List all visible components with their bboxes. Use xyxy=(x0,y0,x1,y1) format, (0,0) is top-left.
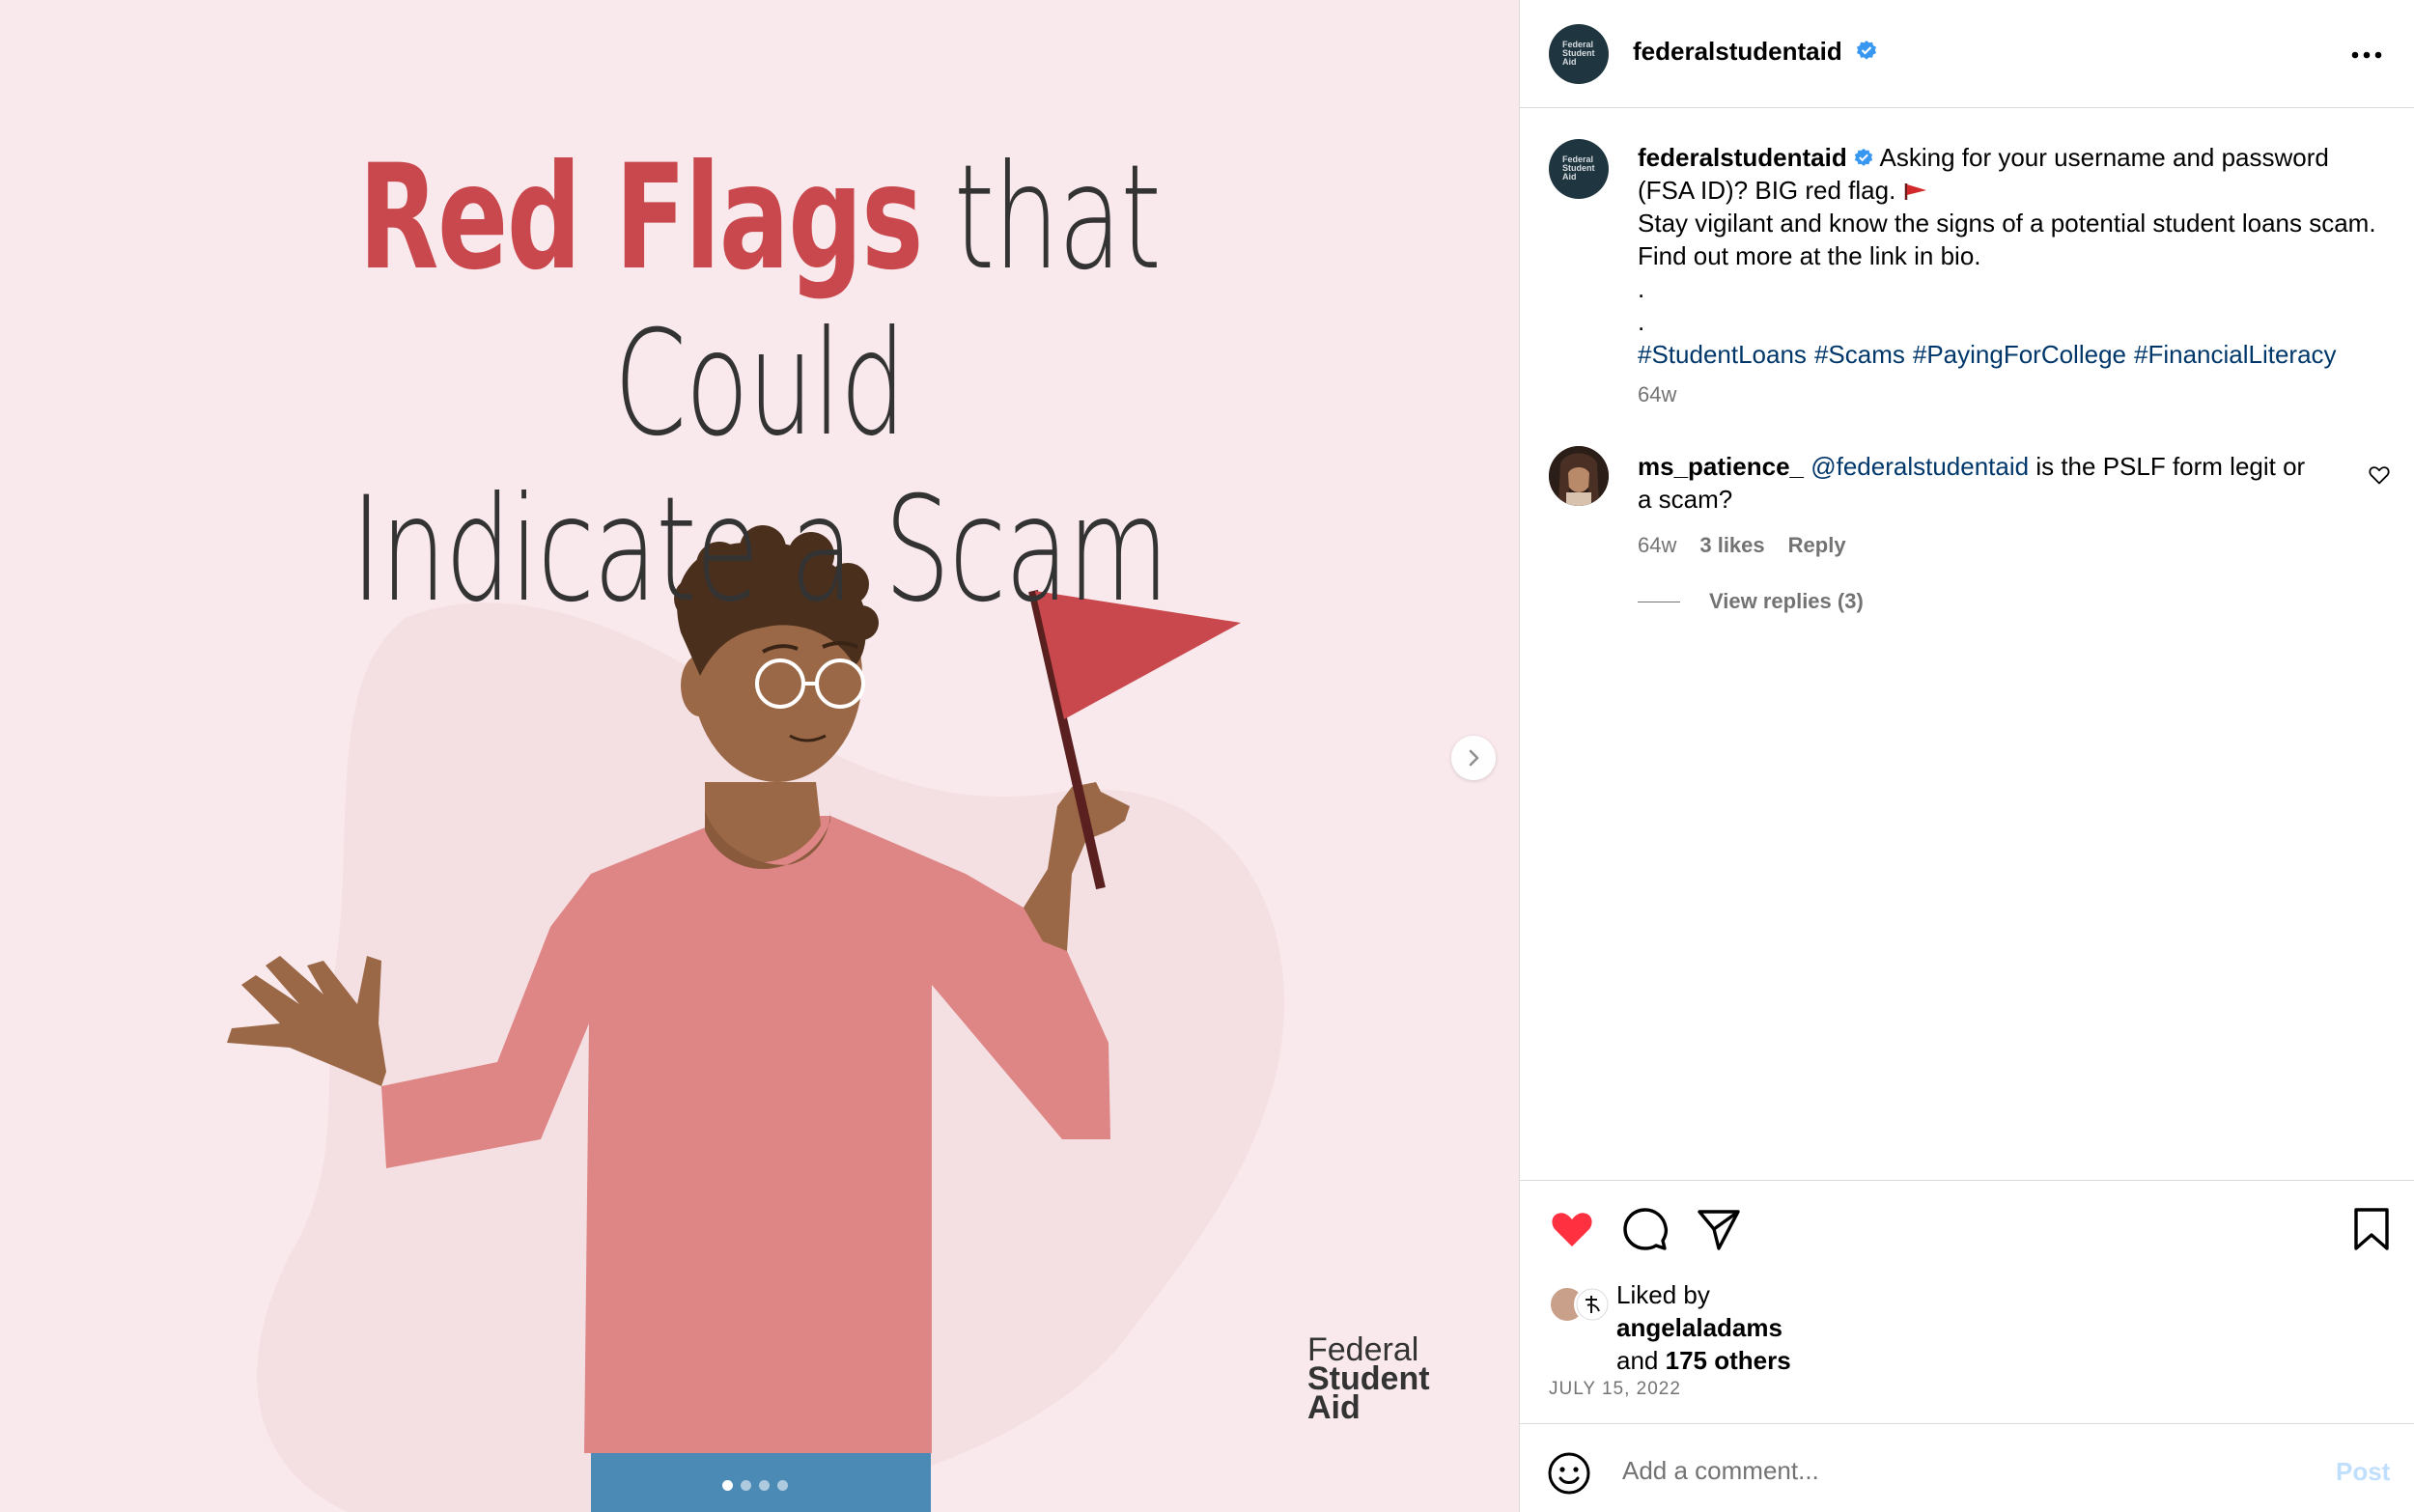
carousel-dot xyxy=(759,1480,770,1491)
hashtag-link[interactable]: #FinancialLiteracy xyxy=(2134,340,2337,369)
comment-mention[interactable]: @federalstudentaid xyxy=(1810,452,2029,481)
post-date[interactable]: JULY 15, 2022 xyxy=(1549,1379,1681,1400)
avatar-text: Aid xyxy=(1562,57,1577,67)
comment-like-heart-icon[interactable] xyxy=(2368,463,2391,487)
comment-icon[interactable] xyxy=(1620,1204,1670,1254)
comment-username[interactable]: ms_patience_ xyxy=(1638,452,1804,481)
chevron-right-icon xyxy=(1469,749,1479,767)
carousel-indicator xyxy=(722,1480,788,1491)
add-comment-input[interactable] xyxy=(1620,1445,2223,1496)
carousel-dot xyxy=(777,1480,788,1491)
comment-meta: 64w 3 likes Reply xyxy=(1638,529,2314,562)
liked-by-and: and xyxy=(1616,1346,1659,1375)
share-icon[interactable] xyxy=(1694,1204,1744,1254)
hashtag-link[interactable]: #PayingForCollege xyxy=(1913,340,2126,369)
post-comment-button[interactable]: Post xyxy=(2336,1457,2390,1487)
verified-badge-icon xyxy=(1854,148,1872,166)
comment-timestamp[interactable]: 64w xyxy=(1638,529,1676,562)
liked-by-user[interactable]: angelaladams xyxy=(1616,1313,1782,1342)
more-options-icon[interactable] xyxy=(2347,41,2386,70)
headline-red-text: Red Flags xyxy=(358,134,923,302)
comment-likes[interactable]: 3 likes xyxy=(1699,529,1764,562)
carousel-dot xyxy=(741,1480,751,1491)
likes-text: Liked by angelaladams and 175 others xyxy=(1616,1278,1791,1377)
liked-by-prefix: Liked by xyxy=(1616,1280,1710,1309)
commenter-avatar[interactable] xyxy=(1549,446,1609,506)
carousel-next-button[interactable] xyxy=(1451,736,1496,780)
caption-username[interactable]: federalstudentaid xyxy=(1638,143,1847,172)
bookmark-icon[interactable] xyxy=(2346,1204,2397,1254)
headline-line2: Indicate a Scam xyxy=(351,466,1168,634)
carousel-dot xyxy=(722,1480,733,1491)
hashtag-link[interactable]: #StudentLoans xyxy=(1638,340,1807,369)
verified-badge-icon xyxy=(1856,41,1876,60)
liker-avatars xyxy=(1549,1282,1611,1323)
view-replies-label[interactable]: View replies (3) xyxy=(1709,589,1864,614)
avatar-text: Aid xyxy=(1562,172,1577,182)
author-username-text[interactable]: federalstudentaid xyxy=(1633,37,1842,66)
heart-filled-icon[interactable] xyxy=(1547,1204,1597,1254)
comment-body: ms_patience_ @federalstudentaid is the P… xyxy=(1638,450,2314,562)
caption-dot: . xyxy=(1638,274,1645,303)
post-side-panel: Federal Student Aid federalstudentaid Fe… xyxy=(1519,0,2414,1512)
reply-button[interactable]: Reply xyxy=(1788,529,1846,562)
caption-hashtags: #StudentLoans #Scams #PayingForCollege #Fin… xyxy=(1638,338,2391,371)
author-avatar[interactable]: Federal Student Aid xyxy=(1549,24,1609,84)
post-header: Federal Student Aid federalstudentaid xyxy=(1520,0,2414,108)
post-media[interactable]: Red Flags that Could Indicate a Scam Fed… xyxy=(0,0,1519,1512)
liked-by-others[interactable]: 175 others xyxy=(1666,1346,1791,1375)
fsa-logo-line3: Aid xyxy=(1307,1389,1361,1426)
emoji-icon[interactable] xyxy=(1547,1451,1591,1496)
caption-timestamp[interactable]: 64w xyxy=(1638,378,2391,411)
author-username[interactable]: federalstudentaid xyxy=(1633,37,1878,67)
add-comment-bar: Post xyxy=(1520,1423,2414,1512)
caption-dot: . xyxy=(1638,307,1645,336)
caption-author-avatar[interactable]: Federal Student Aid xyxy=(1549,139,1609,199)
caption-text-line2: Stay vigilant and know the signs of a po… xyxy=(1638,209,2376,270)
liker-avatar[interactable] xyxy=(1574,1286,1611,1323)
red-flag-emoji-icon xyxy=(1904,183,1926,200)
fsa-logo: Federal Student Aid xyxy=(1307,1333,1430,1426)
caption-body: federalstudentaid Asking for your userna… xyxy=(1638,141,2391,411)
post-headline: Red Flags that Could Indicate a Scam xyxy=(212,135,1306,633)
commenter-avatar-image xyxy=(1549,446,1609,506)
hashtag-link[interactable]: #Scams xyxy=(1814,340,1905,369)
liker-avatar-image xyxy=(1576,1288,1609,1321)
view-replies-button[interactable]: View replies (3) xyxy=(1638,589,1864,614)
